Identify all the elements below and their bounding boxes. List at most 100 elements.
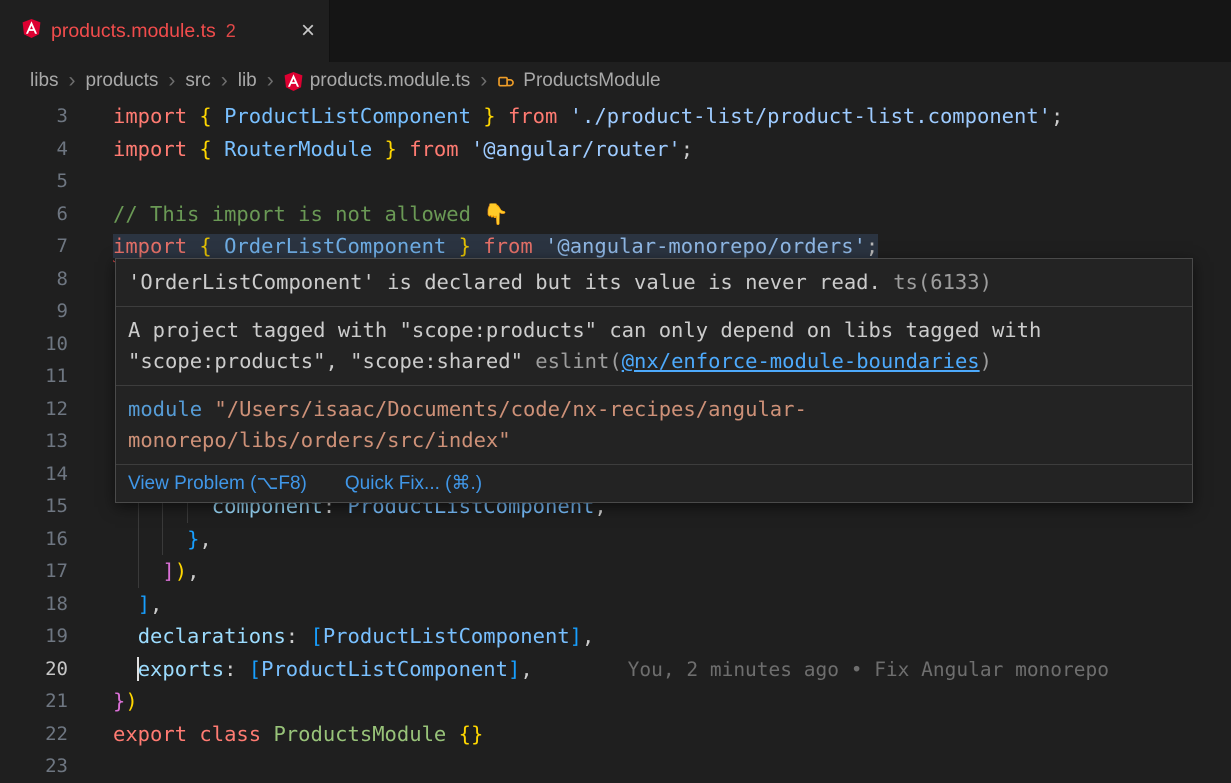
breadcrumb-label: libs bbox=[30, 70, 59, 92]
line-number[interactable]: 12 bbox=[0, 393, 68, 426]
line-number[interactable]: 22 bbox=[0, 718, 68, 751]
code-token: ProductsModule bbox=[273, 722, 446, 746]
code-token bbox=[187, 234, 199, 258]
line-number[interactable]: 14 bbox=[0, 458, 68, 491]
code-token: } bbox=[385, 137, 397, 161]
line-number[interactable]: 3 bbox=[0, 100, 68, 133]
code-line-4[interactable]: 4 import { RouterModule } from '@angular/… bbox=[0, 133, 1231, 166]
git-blame-annotation: You, 2 minutes ago • Fix Angular monorep… bbox=[628, 658, 1109, 681]
code-token: OrderListComponent bbox=[224, 234, 446, 258]
code-token: } bbox=[483, 104, 495, 128]
code-line-6[interactable]: 6 // This import is not allowed 👇 bbox=[0, 198, 1231, 231]
breadcrumb-label: ProductsModule bbox=[523, 70, 660, 92]
code-line-19[interactable]: 19 declarations: [ProductListComponent], bbox=[0, 620, 1231, 653]
class-symbol-icon bbox=[497, 72, 516, 91]
code-token: { bbox=[199, 104, 211, 128]
code-token: : bbox=[286, 624, 298, 648]
code-line-23[interactable]: 23 bbox=[0, 750, 1231, 783]
code-token: [ bbox=[249, 657, 261, 681]
code-text: declarations: [ProductListComponent], bbox=[113, 624, 594, 648]
code-token: declarations bbox=[138, 624, 286, 648]
code-token: ; bbox=[866, 234, 878, 258]
code-token bbox=[261, 722, 273, 746]
line-number[interactable]: 4 bbox=[0, 133, 68, 166]
hover-sections: 'OrderListComponent' is declared but its… bbox=[116, 259, 1192, 465]
code-token bbox=[372, 137, 384, 161]
code-token: '@angular/router' bbox=[471, 137, 681, 161]
code-token: import bbox=[113, 137, 187, 161]
indent-guide bbox=[138, 555, 139, 588]
code-text: export class ProductsModule {} bbox=[113, 722, 483, 746]
line-number[interactable]: 15 bbox=[0, 490, 68, 523]
code-token: import bbox=[113, 104, 187, 128]
code-token: {} bbox=[459, 722, 484, 746]
breadcrumb-label: src bbox=[185, 70, 210, 92]
text-cursor bbox=[137, 657, 139, 682]
code-token: '@angular-monorepo/orders' bbox=[545, 234, 866, 258]
code-token bbox=[187, 722, 199, 746]
breadcrumb-item-src[interactable]: src bbox=[185, 70, 210, 92]
line-number[interactable]: 7 bbox=[0, 230, 68, 263]
code-token: ProductListComponent bbox=[261, 657, 508, 681]
eslint-rule-link[interactable]: @nx/enforce-module-boundaries bbox=[622, 349, 980, 373]
code-token: , bbox=[187, 559, 199, 583]
breadcrumb-item-products-module-ts[interactable]: products.module.ts bbox=[284, 70, 471, 92]
view-problem-action[interactable]: View Problem (⌥F8) bbox=[128, 472, 307, 495]
code-token bbox=[446, 234, 458, 258]
close-icon[interactable]: × bbox=[301, 19, 315, 43]
code-token bbox=[471, 104, 483, 128]
code-token bbox=[496, 104, 508, 128]
code-content: }, bbox=[113, 523, 212, 556]
code-token bbox=[557, 104, 569, 128]
code-token: 👇 bbox=[483, 202, 509, 226]
code-line-5[interactable]: 5 bbox=[0, 165, 1231, 198]
line-number[interactable]: 16 bbox=[0, 523, 68, 556]
code-line-3[interactable]: 3import { ProductListComponent } from '.… bbox=[0, 100, 1231, 133]
code-line-22[interactable]: 22 export class ProductsModule {} bbox=[0, 718, 1231, 751]
line-number[interactable]: 18 bbox=[0, 588, 68, 621]
code-token: , bbox=[150, 592, 162, 616]
code-token bbox=[113, 527, 187, 551]
code-token bbox=[187, 104, 199, 128]
code-token: ] bbox=[508, 657, 520, 681]
code-line-20[interactable]: 20 exports: [ProductListComponent],You, … bbox=[0, 653, 1231, 686]
indent-guide bbox=[138, 523, 139, 556]
code-token: ProductListComponent bbox=[224, 104, 471, 128]
breadcrumb-item-lib[interactable]: lib bbox=[238, 70, 257, 92]
code-line-16[interactable]: 16 }, bbox=[0, 523, 1231, 556]
line-number[interactable]: 23 bbox=[0, 750, 68, 783]
code-content: // This import is not allowed 👇 bbox=[113, 198, 509, 231]
code-token: ) bbox=[125, 689, 137, 713]
code-token bbox=[113, 624, 138, 648]
line-number[interactable]: 6 bbox=[0, 198, 68, 231]
code-token: eslint( bbox=[535, 349, 621, 373]
quick-fix-action[interactable]: Quick Fix... (⌘.) bbox=[345, 472, 482, 495]
line-number[interactable]: 11 bbox=[0, 360, 68, 393]
code-line-21[interactable]: 21}) bbox=[0, 685, 1231, 718]
line-number[interactable]: 13 bbox=[0, 425, 68, 458]
code-content: exports: [ProductListComponent],You, 2 m… bbox=[113, 653, 1109, 686]
line-number[interactable]: 20 bbox=[0, 653, 68, 686]
tab-products-module-ts[interactable]: products.module.ts 2 × bbox=[0, 0, 330, 62]
hover-section-ts-diagnostic: 'OrderListComponent' is declared but its… bbox=[116, 259, 1192, 307]
line-number[interactable]: 19 bbox=[0, 620, 68, 653]
code-token: : bbox=[224, 657, 236, 681]
code-line-18[interactable]: 18 ], bbox=[0, 588, 1231, 621]
breadcrumb-item-libs[interactable]: libs bbox=[30, 70, 59, 92]
code-token: ; bbox=[681, 137, 693, 161]
line-number[interactable]: 10 bbox=[0, 328, 68, 361]
breadcrumb-item-products[interactable]: products bbox=[86, 70, 159, 92]
code-token: 'OrderListComponent' is declared but its… bbox=[128, 270, 881, 294]
code-line-17[interactable]: 17 ]), bbox=[0, 555, 1231, 588]
code-content: import { RouterModule } from '@angular/r… bbox=[113, 133, 693, 166]
line-number[interactable]: 9 bbox=[0, 295, 68, 328]
hover-popup: 'OrderListComponent' is declared but its… bbox=[115, 258, 1193, 503]
line-number[interactable]: 21 bbox=[0, 685, 68, 718]
line-number[interactable]: 8 bbox=[0, 263, 68, 296]
code-token: , bbox=[582, 624, 594, 648]
tab-label: products.module.ts bbox=[51, 20, 216, 43]
code-token: from bbox=[409, 137, 458, 161]
line-number[interactable]: 5 bbox=[0, 165, 68, 198]
breadcrumb-item-productsmodule[interactable]: ProductsModule bbox=[497, 70, 660, 92]
line-number[interactable]: 17 bbox=[0, 555, 68, 588]
